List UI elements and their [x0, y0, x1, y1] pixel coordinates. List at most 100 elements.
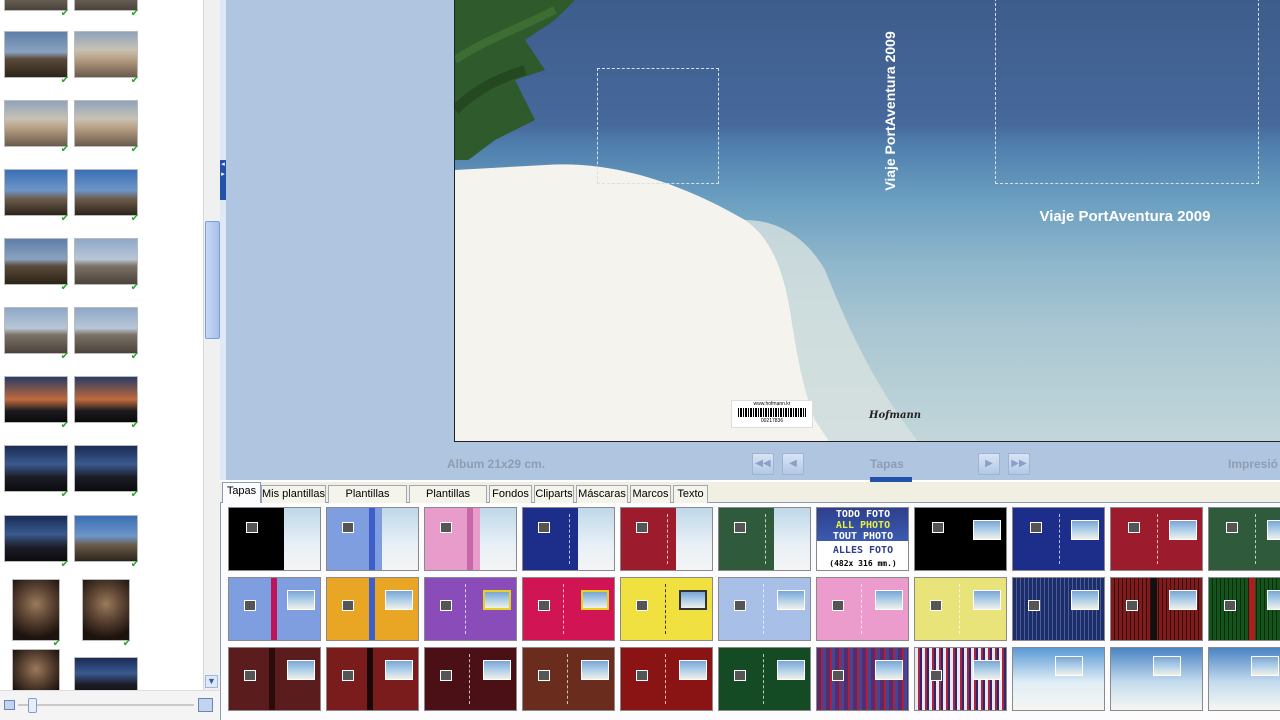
- photo-placeholder-frame[interactable]: [995, 0, 1259, 184]
- next-page-icon[interactable]: ▶: [978, 453, 1000, 475]
- check-icon: ✔: [60, 213, 69, 224]
- tab-cliparts[interactable]: Cliparts: [534, 485, 574, 503]
- barcode-icon: [738, 408, 806, 417]
- cover-template-gallery: TODO FOTO ALL PHOTO TOUT PHOTO ALLES FOT…: [220, 503, 1280, 720]
- zoom-in-icon[interactable]: [198, 698, 213, 712]
- cover-template-tile[interactable]: [1208, 647, 1280, 711]
- cover-template-tile[interactable]: [1208, 507, 1280, 571]
- cover-template-tile[interactable]: [1012, 507, 1105, 571]
- print-label[interactable]: Impresió: [1228, 457, 1278, 471]
- all-photo-cover-tile[interactable]: TODO FOTO ALL PHOTO TOUT PHOTO ALLES FOT…: [816, 507, 909, 571]
- cover-template-tile[interactable]: [914, 577, 1007, 641]
- cover-template-tile[interactable]: [522, 577, 615, 641]
- spine-text[interactable]: Viaje PortAventura 2009: [875, 18, 905, 208]
- album-cover-page[interactable]: Viaje PortAventura 2009 Viaje PortAventu…: [454, 0, 1280, 442]
- check-icon: ✔: [130, 75, 139, 86]
- photo-thumbnail[interactable]: ✔: [4, 515, 69, 570]
- photo-thumbnail[interactable]: ✔: [82, 579, 131, 649]
- check-icon: ✔: [130, 489, 139, 500]
- check-icon: ✔: [60, 489, 69, 500]
- tab-marcos[interactable]: Marcos: [630, 485, 671, 503]
- all-photo-line: (482x 316 mm.): [829, 559, 897, 568]
- photo-thumbnail[interactable]: ✔: [74, 100, 139, 155]
- check-icon: ✔: [130, 351, 139, 362]
- barcode-url: www.hofmann.kr: [753, 401, 791, 407]
- cover-template-tile[interactable]: [1012, 577, 1105, 641]
- cover-template-tile[interactable]: [1208, 577, 1280, 641]
- check-icon: ✔: [130, 213, 139, 224]
- cover-template-tile[interactable]: [522, 507, 615, 571]
- cover-template-tile[interactable]: [1110, 577, 1203, 641]
- cover-template-tile[interactable]: [914, 647, 1007, 711]
- photo-placeholder-frame[interactable]: [597, 68, 719, 184]
- cover-template-tile[interactable]: [718, 577, 811, 641]
- photo-thumbnail[interactable]: ✔: [74, 238, 139, 293]
- cover-template-tile[interactable]: [1110, 507, 1203, 571]
- photo-thumbnail[interactable]: [12, 649, 60, 690]
- photo-thumbnail[interactable]: [74, 657, 138, 690]
- cover-template-tile[interactable]: [816, 577, 909, 641]
- cover-template-tile[interactable]: [718, 507, 811, 571]
- cover-template-tile[interactable]: [522, 647, 615, 711]
- tab-plantillas-pagina[interactable]: Plantillas página: [328, 485, 407, 516]
- check-icon: ✔: [60, 75, 69, 86]
- cover-template-tile[interactable]: [326, 647, 419, 711]
- cover-template-tile[interactable]: [326, 507, 419, 571]
- cover-template-tile[interactable]: [326, 577, 419, 641]
- cover-template-tile[interactable]: [620, 647, 713, 711]
- cover-template-tile[interactable]: [1110, 647, 1203, 711]
- cover-template-tile[interactable]: [424, 577, 517, 641]
- photo-thumbnail[interactable]: ✔: [12, 579, 61, 649]
- photo-thumbnail[interactable]: ✔: [4, 0, 69, 19]
- photo-thumbnail[interactable]: ✔: [74, 169, 139, 224]
- photo-thumbnail[interactable]: ✔: [74, 445, 139, 500]
- zoom-out-icon[interactable]: [4, 700, 15, 710]
- cover-template-tile[interactable]: [620, 577, 713, 641]
- photo-thumbnail[interactable]: ✔: [74, 31, 139, 86]
- photo-thumbnail[interactable]: ✔: [4, 169, 69, 224]
- tab-fondos[interactable]: Fondos: [489, 485, 532, 503]
- photo-thumbnail[interactable]: ✔: [4, 100, 69, 155]
- zoom-slider-knob[interactable]: [28, 698, 37, 713]
- check-icon: ✔: [52, 638, 61, 649]
- cover-template-tile[interactable]: [424, 647, 517, 711]
- check-icon: ✔: [130, 559, 139, 570]
- cover-template-tile[interactable]: [1012, 647, 1105, 711]
- tab-mascaras[interactable]: Máscaras: [576, 485, 628, 503]
- check-icon: ✔: [130, 8, 139, 19]
- cover-template-tile[interactable]: [228, 507, 321, 571]
- cover-template-tile[interactable]: [914, 507, 1007, 571]
- cover-template-tile[interactable]: [816, 647, 909, 711]
- photo-thumbnail[interactable]: ✔: [4, 307, 69, 362]
- tab-texto[interactable]: Texto: [673, 485, 708, 503]
- photo-thumbnail[interactable]: ✔: [4, 376, 69, 431]
- check-icon: ✔: [130, 282, 139, 293]
- thumbnail-scrollbar[interactable]: ▼: [203, 0, 220, 690]
- tab-tapas[interactable]: Tapas: [222, 482, 261, 503]
- photo-thumbnail[interactable]: ✔: [4, 238, 69, 293]
- album-size-label: Album 21x29 cm.: [447, 457, 546, 471]
- cover-template-tile[interactable]: [718, 647, 811, 711]
- prev-page-icon[interactable]: ◀: [782, 453, 804, 475]
- zoom-bar: [0, 690, 220, 720]
- photo-thumbnail[interactable]: ✔: [74, 515, 139, 570]
- cover-template-tile[interactable]: [424, 507, 517, 571]
- photo-thumbnail[interactable]: ✔: [74, 307, 139, 362]
- cover-template-tile[interactable]: [620, 507, 713, 571]
- scrollbar-thumb[interactable]: [205, 221, 220, 339]
- photo-thumbnail[interactable]: ✔: [74, 0, 139, 19]
- cover-template-tile[interactable]: [228, 647, 321, 711]
- tab-plantillas-dobles[interactable]: Plantillas dobles: [409, 485, 487, 516]
- photo-thumbnail[interactable]: ✔: [74, 376, 139, 431]
- last-page-icon[interactable]: ▶▶: [1008, 453, 1030, 475]
- tab-mis-plantillas[interactable]: Mis plantillas: [261, 485, 326, 503]
- cover-template-tile[interactable]: [228, 577, 321, 641]
- photo-thumbnail[interactable]: ✔: [4, 31, 69, 86]
- first-page-icon[interactable]: ◀◀: [752, 453, 774, 475]
- check-icon: ✔: [60, 282, 69, 293]
- cover-title[interactable]: Viaje PortAventura 2009: [1015, 208, 1235, 225]
- scroll-down-icon[interactable]: ▼: [205, 675, 218, 688]
- zoom-slider-track[interactable]: [18, 704, 194, 706]
- photo-thumbnail[interactable]: ✔: [4, 445, 69, 500]
- brand-logo: Hofmann: [869, 410, 922, 421]
